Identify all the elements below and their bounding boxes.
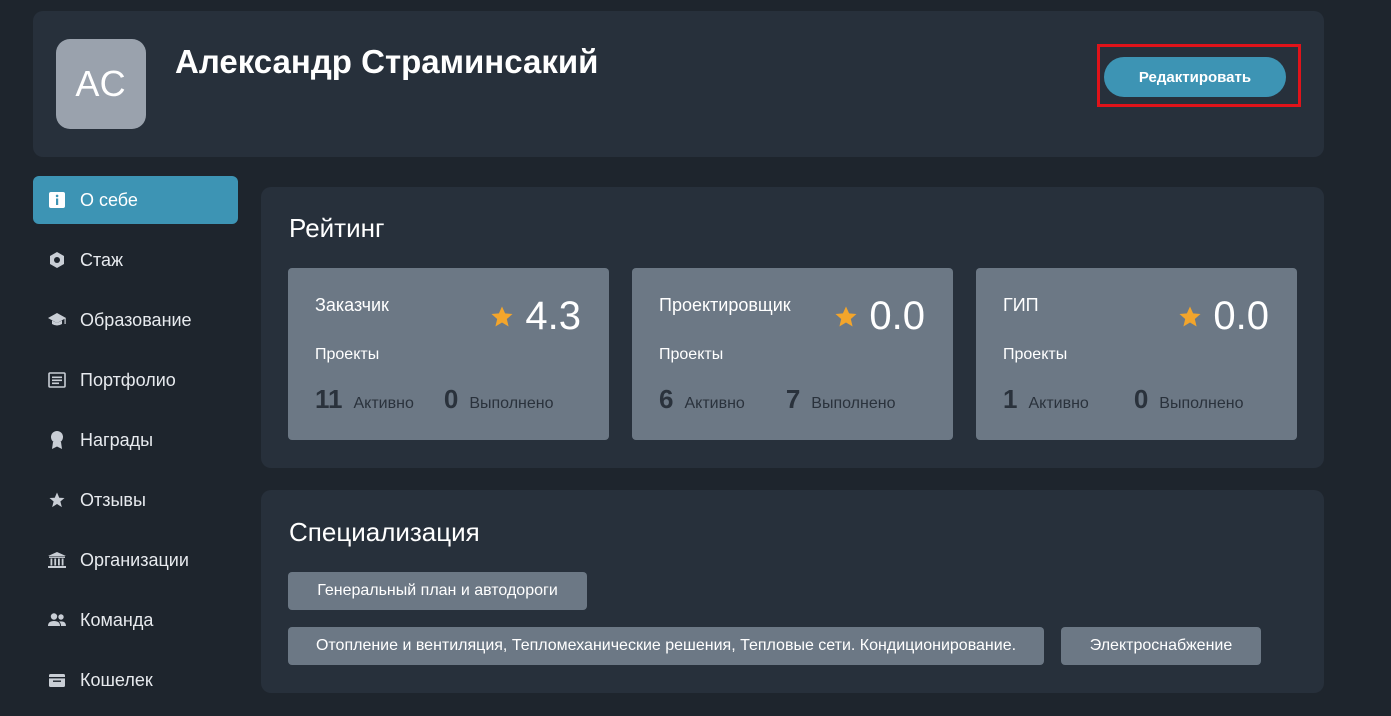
specialization-panel: Специализация Генеральный план и автодор… [261, 490, 1324, 693]
projects-label: Проекты [1003, 346, 1068, 363]
sidebar-nav: О себе Стаж Образование Портфолио Наград… [33, 176, 238, 716]
active-label: Активно [684, 395, 745, 412]
sidebar-item-label: Кошелек [80, 669, 153, 690]
sidebar-item-education[interactable]: Образование [33, 296, 238, 344]
user-name: Александр Страминсакий [175, 43, 599, 80]
institution-icon [47, 550, 67, 570]
score-value: 0.0 [869, 294, 925, 338]
sidebar-item-label: Стаж [80, 249, 124, 270]
active-label: Активно [353, 395, 414, 412]
sidebar-item-about[interactable]: О себе [33, 176, 238, 224]
sidebar-item-reviews[interactable]: Отзывы [33, 476, 238, 524]
active-count: 6 [659, 384, 674, 414]
sidebar-item-team[interactable]: Команда [33, 596, 238, 644]
done-count: 0 [1133, 384, 1149, 414]
projects-label: Проекты [659, 346, 724, 363]
score-value: 0.0 [1213, 294, 1269, 338]
sidebar-item-label: Отзывы [80, 489, 146, 510]
sidebar-item-wallet[interactable]: Кошелек [33, 656, 238, 704]
list-icon [47, 370, 67, 390]
star-icon [491, 306, 513, 326]
wallet-icon [47, 670, 67, 690]
sidebar-item-experience[interactable]: Стаж [33, 236, 238, 284]
award-icon [47, 430, 67, 450]
rating-score: 0.0 [834, 294, 925, 339]
rating-card-customer: Заказчик 4.3 Проекты 11 Активно 0 Выполн… [288, 268, 609, 440]
sidebar-item-organizations[interactable]: Организации [33, 536, 238, 584]
info-icon [47, 190, 67, 210]
sidebar-item-portfolio[interactable]: Портфолио [33, 356, 238, 404]
score-value: 4.3 [525, 294, 581, 338]
done-label: Выполнено [811, 395, 896, 412]
done-label: Выполнено [469, 395, 554, 412]
sidebar-item-label: Организации [80, 549, 189, 570]
star-icon [835, 306, 857, 326]
sidebar-item-label: Образование [80, 309, 192, 330]
hexagon-icon [47, 250, 67, 270]
rating-panel: Рейтинг Заказчик 4.3 Проекты 11 Активно … [261, 187, 1324, 468]
active-count: 1 [1003, 384, 1018, 414]
specialization-title: Специализация [289, 517, 480, 547]
graduation-cap-icon [47, 310, 67, 330]
rating-score: 4.3 [490, 294, 581, 339]
done-count: 7 [785, 384, 801, 414]
avatar: АС [56, 39, 146, 129]
star-icon [47, 490, 67, 510]
sidebar-item-awards[interactable]: Награды [33, 416, 238, 464]
sidebar-item-label: О себе [80, 189, 138, 210]
projects-label: Проекты [315, 346, 380, 363]
edit-button-highlight: Редактировать [1097, 44, 1301, 107]
specialization-tag: Генеральный план и автодороги [288, 572, 587, 610]
rating-role: ГИП [1003, 295, 1039, 315]
star-icon [1179, 306, 1201, 326]
project-stats: 1 Активно 0 Выполнено [1003, 384, 1243, 415]
rating-card-chief-engineer: ГИП 0.0 Проекты 1 Активно 0 Выполнено [976, 268, 1297, 440]
done-count: 0 [443, 384, 459, 414]
sidebar-item-label: Команда [80, 609, 154, 630]
sidebar-item-label: Награды [80, 429, 154, 450]
profile-header: АС Александр Страминсакий Редактировать [33, 11, 1324, 157]
rating-role: Проектировщик [659, 295, 791, 315]
project-stats: 11 Активно 0 Выполнено [315, 384, 554, 415]
specialization-tag: Электроснабжение [1061, 627, 1261, 665]
specialization-tag: Отопление и вентиляция, Тепломеханически… [288, 627, 1044, 665]
active-count: 11 [315, 384, 343, 414]
sidebar-item-label: Портфолио [80, 369, 176, 390]
project-stats: 6 Активно 7 Выполнено [659, 384, 895, 415]
done-label: Выполнено [1159, 395, 1244, 412]
edit-button[interactable]: Редактировать [1104, 57, 1286, 97]
rating-score: 0.0 [1178, 294, 1269, 339]
team-icon [47, 610, 67, 630]
rating-role: Заказчик [315, 295, 389, 315]
rating-title: Рейтинг [289, 213, 385, 243]
rating-card-designer: Проектировщик 0.0 Проекты 6 Активно 7 Вы… [632, 268, 953, 440]
active-label: Активно [1028, 395, 1089, 412]
